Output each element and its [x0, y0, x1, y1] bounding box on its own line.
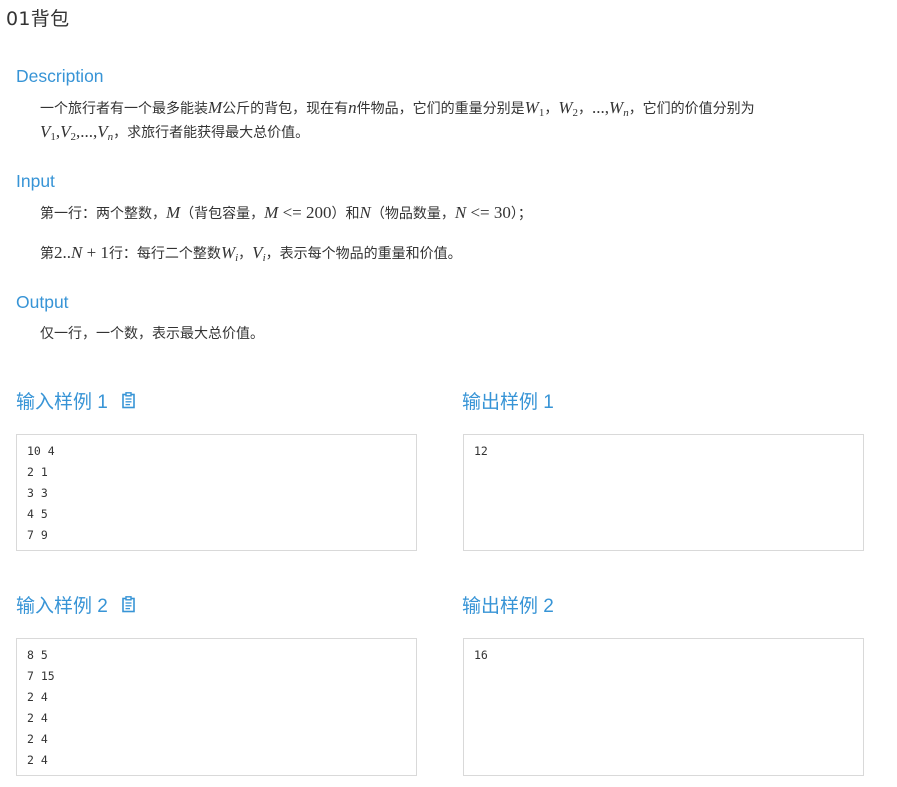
description-line-1: 一个旅行者有一个最多能装M公斤的背包，现在有n件物品，它们的重量分别是W1，W2…	[40, 98, 755, 119]
page-title: 01背包	[6, 8, 70, 30]
clipboard-icon[interactable]	[122, 392, 136, 409]
input-heading: Input	[16, 171, 55, 191]
sample-output-2-box[interactable]: 16	[463, 638, 864, 776]
sample-output-1-heading: 输出样例 1	[462, 387, 554, 414]
sample-input-1-box[interactable]: 10 4 2 1 3 3 4 5 7 9	[16, 434, 417, 551]
sample-input-2-label: 输入样例 2	[16, 596, 108, 617]
output-heading: Output	[16, 292, 69, 312]
clipboard-icon[interactable]	[122, 596, 136, 613]
input-line-1: 第一行：两个整数，M（背包容量，M <= 200）和N（物品数量，N <= 30…	[40, 203, 532, 222]
sample-input-1-heading: 输入样例 1	[16, 387, 136, 414]
sample-output-2-text: 16	[474, 648, 488, 662]
sample-output-2-label: 输出样例 2	[462, 596, 554, 617]
sample-output-2-heading: 输出样例 2	[462, 591, 554, 618]
sample-input-1-text: 10 4 2 1 3 3 4 5 7 9	[27, 444, 55, 542]
input-line-2: 第2..N + 1行：每行二个整数Wi，Vi，表示每个物品的重量和价值。	[40, 243, 462, 264]
sample-input-2-text: 8 5 7 15 2 4 2 4 2 4 2 4	[27, 648, 55, 767]
sample-output-1-text: 12	[474, 444, 488, 458]
sample-output-1-box[interactable]: 12	[463, 434, 864, 551]
description-heading: Description	[16, 66, 104, 86]
description-line-2: V1,V2,...,Vn，求旅行者能获得最大总价值。	[40, 122, 310, 143]
sample-input-2-box[interactable]: 8 5 7 15 2 4 2 4 2 4 2 4	[16, 638, 417, 776]
sample-input-1-label: 输入样例 1	[16, 392, 108, 413]
output-text: 仅一行，一个数，表示最大总价值。	[40, 326, 264, 342]
sample-input-2-heading: 输入样例 2	[16, 591, 136, 618]
sample-output-1-label: 输出样例 1	[462, 392, 554, 413]
